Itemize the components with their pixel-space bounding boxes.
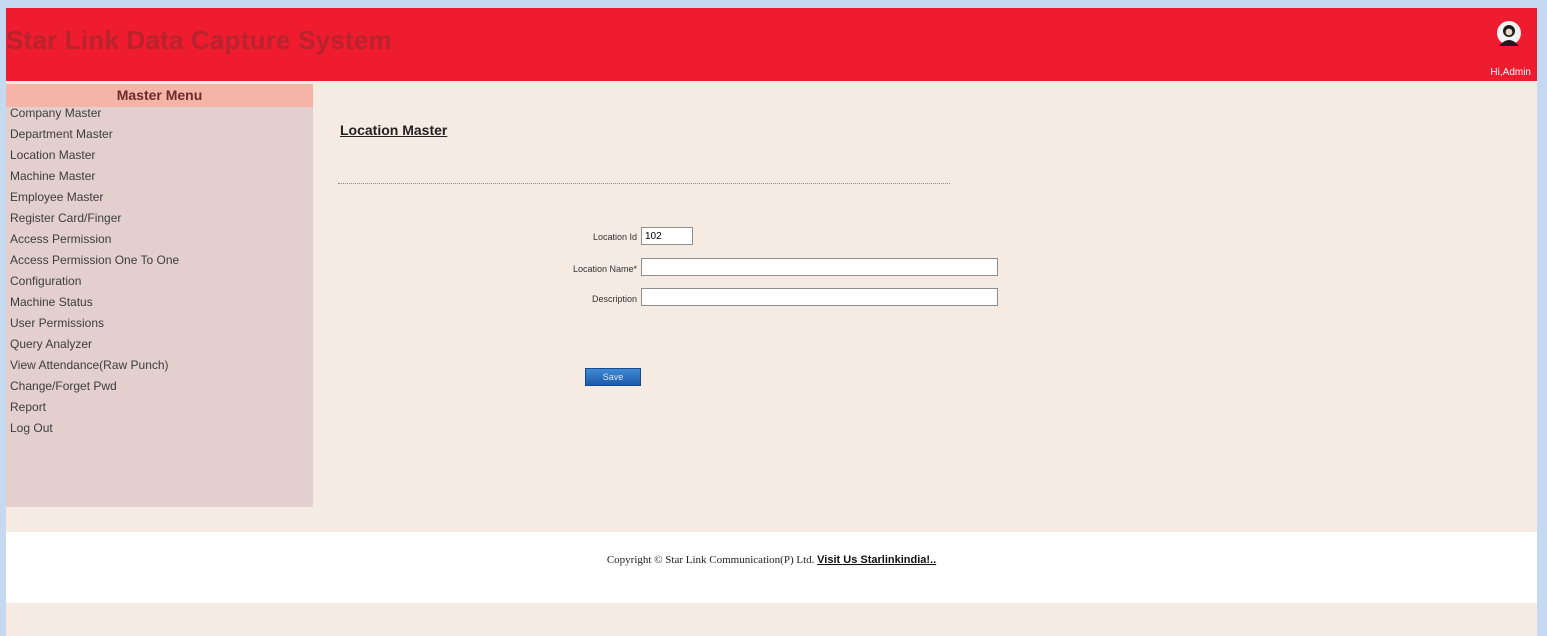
- location-name-label: Location Name*: [572, 264, 637, 274]
- footer: Copyright © Star Link Communication(P) L…: [6, 532, 1537, 603]
- user-avatar-icon[interactable]: [1496, 20, 1522, 50]
- app-title: Star Link Data Capture System: [6, 25, 392, 55]
- footer-text: Copyright © Star Link Communication(P) L…: [6, 554, 1537, 566]
- save-button[interactable]: Save: [585, 368, 641, 386]
- location-id-label: Location Id: [592, 232, 637, 242]
- location-id-field[interactable]: [641, 227, 693, 245]
- page-title: Location Master: [340, 122, 448, 138]
- sidebar-item-log-out[interactable]: Log Out: [6, 416, 313, 441]
- copyright-text: Copyright © Star Link Communication(P) L…: [606, 554, 815, 566]
- visit-us-link[interactable]: Visit Us Starlinkindia!..: [817, 554, 936, 566]
- app-frame: Star Link Data Capture System Hi,Admin M…: [6, 8, 1537, 636]
- header-bar: Star Link Data Capture System Hi,Admin: [6, 8, 1537, 81]
- sidebar-menu: Master Menu Company Master Department Ma…: [6, 84, 313, 507]
- description-label: Description: [591, 294, 637, 304]
- location-name-field[interactable]: [641, 258, 998, 276]
- user-greeting: Hi,Admin: [1490, 67, 1531, 78]
- description-field[interactable]: [641, 288, 998, 306]
- title-divider: [338, 183, 950, 184]
